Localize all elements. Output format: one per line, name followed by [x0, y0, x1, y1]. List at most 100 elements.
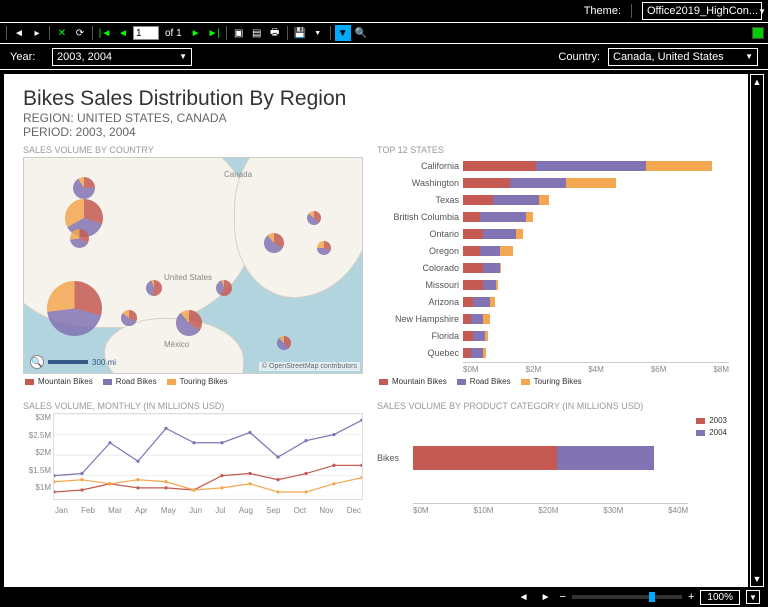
category-chart: Bikes $0M$10M$20M$30M$40M [377, 413, 688, 515]
map-pie-missouri[interactable] [216, 280, 232, 296]
state-label: Texas [377, 195, 463, 205]
state-row: Oregon [377, 242, 729, 259]
nav-next-page-icon[interactable]: ► [538, 589, 554, 605]
period-line: PERIOD: 2003, 2004 [23, 125, 729, 139]
state-label: Quebec [377, 348, 463, 358]
parameters-icon[interactable]: ▼ [335, 25, 351, 41]
state-row: New Hampshire [377, 310, 729, 327]
legend-road: Road Bikes [116, 377, 157, 386]
page-title: Bikes Sales Distribution By Region [23, 87, 729, 111]
year-label: Year: [10, 51, 44, 63]
state-label: New Hampshire [377, 314, 463, 324]
state-label: Ontario [377, 229, 463, 239]
zoom-value: 100% [700, 590, 740, 605]
page-total: of 1 [161, 28, 186, 39]
map-pie-oregon[interactable] [70, 229, 89, 248]
state-row: Colorado [377, 259, 729, 276]
category-legend: 2003 2004 [694, 413, 729, 515]
state-row: Quebec [377, 344, 729, 361]
state-label: California [377, 161, 463, 171]
country-select[interactable]: Canada, United States ▼ [608, 48, 758, 66]
legend-road: Road Bikes [470, 377, 511, 386]
state-label: Colorado [377, 263, 463, 273]
export-icon[interactable]: 💾 [292, 25, 308, 41]
state-row: Florida [377, 327, 729, 344]
state-row: Ontario [377, 225, 729, 242]
state-row: Texas [377, 191, 729, 208]
monthly-chart [53, 413, 363, 500]
states-chart: California Washington Texas British Columbi… [377, 157, 729, 362]
report-page: Bikes Sales Distribution By Region REGIO… [5, 75, 747, 586]
monthly-section-title: SALES VOLUME, MONTHLY (in millions USD) [23, 401, 363, 411]
theme-select[interactable]: Office2019_HighCon... ▼ [642, 2, 762, 20]
zoom-icon[interactable]: 🔍 [30, 355, 44, 369]
chevron-down-icon: ▼ [745, 52, 753, 61]
app-root: Theme: Office2019_HighCon... ▼ ◄ ▸ ✕ ⟳ |… [0, 0, 768, 607]
country-value: Canada, United States [613, 51, 724, 63]
legend-tour: Touring Bikes [180, 377, 228, 386]
scroll-up-icon[interactable]: ▲ [751, 75, 763, 89]
nav-prev-page-icon[interactable]: ◄ [516, 589, 532, 605]
state-row: Arizona [377, 293, 729, 310]
states-legend: Mountain Bikes Road Bikes Touring Bikes [377, 374, 729, 389]
refresh-icon[interactable]: ⟳ [72, 25, 88, 41]
theme-label: Theme: [584, 5, 621, 17]
state-label: British Columbia [377, 212, 463, 222]
zoom-slider[interactable] [572, 595, 682, 599]
nav-prev-icon[interactable]: ▸ [29, 25, 45, 41]
theme-value: Office2019_HighCon... [647, 5, 758, 17]
toolbar: ◄ ▸ ✕ ⟳ |◄ ◄ of 1 ► ►| ▣ ▤ 🖶 💾 ▼ ▼ 🔍 [0, 22, 768, 44]
page-next-icon[interactable]: ► [188, 25, 204, 41]
monthly-x-axis: JanFebMarAprMayJunJulAugSepOctNovDec [53, 506, 363, 515]
legend-mtn: Mountain Bikes [38, 377, 93, 386]
region-line: REGION: United States, Canada [23, 111, 729, 125]
page-last-icon[interactable]: ►| [206, 25, 222, 41]
map-pie-quebec[interactable] [307, 211, 321, 225]
chevron-down-icon: ▼ [758, 7, 766, 16]
state-row: Washington [377, 174, 729, 191]
page-number-input[interactable] [133, 26, 159, 40]
map-label-us: United States [164, 273, 212, 282]
state-row: Missouri [377, 276, 729, 293]
map-attribution: © OpenStreetMap contributors [259, 362, 360, 371]
legend-2004: 2004 [709, 428, 727, 437]
page-setup-icon[interactable]: ▤ [249, 25, 265, 41]
map-label-canada: Canada [224, 170, 252, 179]
map-pie-texas[interactable] [176, 310, 202, 336]
scroll-down-icon[interactable]: ▼ [751, 572, 763, 586]
search-icon[interactable]: 🔍 [353, 25, 369, 41]
export-dropdown-icon[interactable]: ▼ [310, 25, 326, 41]
map-pie-florida[interactable] [277, 336, 292, 351]
print-icon[interactable]: 🖶 [267, 25, 283, 41]
print-layout-icon[interactable]: ▣ [231, 25, 247, 41]
state-label: Florida [377, 331, 463, 341]
map-pie-arizona[interactable] [121, 310, 137, 326]
page-prev-icon[interactable]: ◄ [115, 25, 131, 41]
category-label: Bikes [377, 453, 413, 463]
legend-2003: 2003 [709, 416, 727, 425]
zoom-dropdown-icon[interactable]: ▼ [746, 590, 760, 604]
year-select[interactable]: 2003, 2004 ▼ [52, 48, 192, 66]
stop-icon[interactable]: ✕ [54, 25, 70, 41]
year-value: 2003, 2004 [57, 51, 112, 63]
viewer: Bikes Sales Distribution By Region REGIO… [0, 70, 768, 587]
category-cell: SALES VOLUME BY PRODUCT CATEGORY (in mil… [377, 395, 729, 515]
page-wrap: Bikes Sales Distribution By Region REGIO… [4, 74, 748, 587]
state-row: British Columbia [377, 208, 729, 225]
state-row: California [377, 157, 729, 174]
state-label: Oregon [377, 246, 463, 256]
map-pie-california[interactable] [47, 281, 102, 336]
legend-tour: Touring Bikes [534, 377, 582, 386]
map-cell: SALES VOLUME BY COUNTRY Canada United St… [23, 139, 363, 389]
map-legend: Mountain Bikes Road Bikes Touring Bikes [23, 374, 363, 389]
map[interactable]: Canada United States México 🔍 300 mi © O… [23, 157, 363, 374]
page-first-icon[interactable]: |◄ [97, 25, 113, 41]
map-section-title: SALES VOLUME BY COUNTRY [23, 145, 363, 155]
parameters-bar: Year: 2003, 2004 ▼ Country: Canada, Unit… [0, 44, 768, 70]
state-label: Arizona [377, 297, 463, 307]
map-scale: 🔍 300 mi [30, 355, 116, 369]
vertical-scrollbar[interactable]: ▲ ▼ [750, 74, 764, 587]
nav-first-icon[interactable]: ◄ [11, 25, 27, 41]
category-section-title: SALES VOLUME BY PRODUCT CATEGORY (in mil… [377, 401, 729, 411]
monthly-cell: SALES VOLUME, MONTHLY (in millions USD) … [23, 395, 363, 515]
